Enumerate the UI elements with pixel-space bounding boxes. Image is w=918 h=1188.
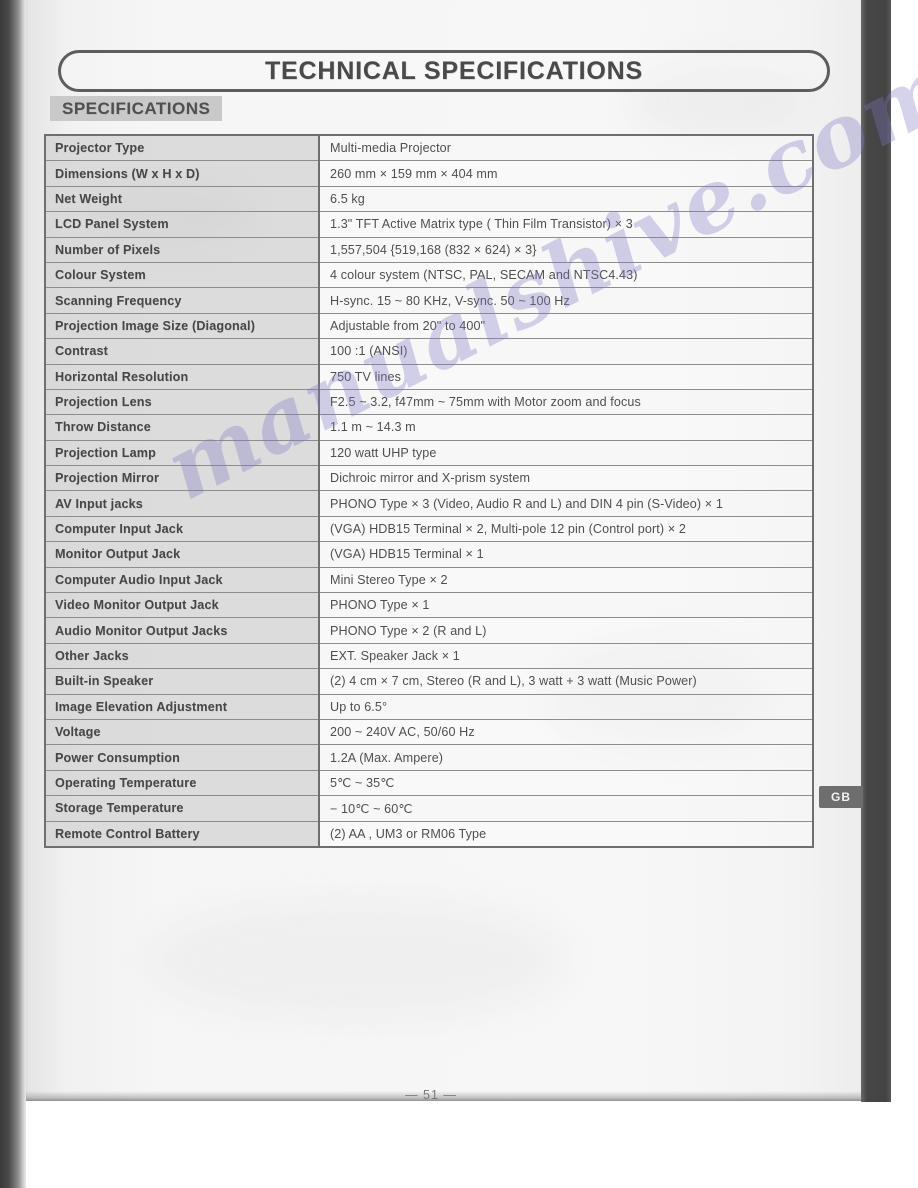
- spec-label-cell: Remote Control Battery: [44, 820, 320, 848]
- table-row: Operating Temperature 5℃ ~ 35℃: [44, 769, 814, 797]
- spec-label-cell: LCD Panel System: [44, 211, 320, 238]
- spec-value-cell: PHONO Type × 2 (R and L): [318, 617, 814, 644]
- spec-label-cell: Throw Distance: [44, 414, 320, 441]
- spec-label-cell: Built-in Speaker: [44, 668, 320, 695]
- spec-value-cell: (2) 4 cm × 7 cm, Stereo (R and L), 3 wat…: [318, 668, 814, 695]
- spec-value-cell: 260 mm × 159 mm × 404 mm: [318, 160, 814, 187]
- spec-value-cell: Adjustable from 20" to 400": [318, 312, 814, 340]
- spec-value-cell: Dichroic mirror and X-prism system: [318, 465, 814, 492]
- spec-value-cell: 1.1 m ~ 14.3 m: [318, 414, 814, 441]
- spec-value-cell: − 10℃ ~ 60℃: [318, 795, 814, 822]
- spec-label-cell: Voltage: [44, 718, 320, 746]
- spec-label-cell: Computer Audio Input Jack: [44, 566, 320, 594]
- spec-label-cell: Operating Temperature: [44, 769, 320, 797]
- spec-value-cell: F2.5 ~ 3.2, f47mm ~ 75mm with Motor zoom…: [318, 388, 814, 416]
- spec-value-cell: (VGA) HDB15 Terminal × 2, Multi-pole 12 …: [318, 515, 814, 543]
- table-row: Throw Distance 1.1 m ~ 14.3 m: [44, 414, 814, 441]
- spec-label-cell: Number of Pixels: [44, 236, 320, 263]
- spec-label-cell: Projection Mirror: [44, 465, 320, 492]
- spec-label-cell: Power Consumption: [44, 744, 320, 771]
- spec-label-cell: Scanning Frequency: [44, 287, 320, 314]
- spec-value-cell: 4 colour system (NTSC, PAL, SECAM and NT…: [318, 261, 814, 289]
- spec-value-cell: PHONO Type × 1: [318, 592, 814, 619]
- spec-label-cell: Computer Input Jack: [44, 515, 320, 543]
- table-row: Projection Image Size (Diagonal) Adjustab…: [44, 312, 814, 340]
- section-heading-specifications: SPECIFICATIONS: [50, 96, 223, 121]
- spec-value-cell: 100 :1 (ANSI): [318, 338, 814, 365]
- table-row: Computer Audio Input Jack Mini Stereo Typ…: [44, 566, 814, 594]
- spec-value-cell: 1,557,504 {519,168 (832 × 624) × 3}: [318, 236, 814, 263]
- spec-value-cell: 200 ~ 240V AC, 50/60 Hz: [318, 718, 814, 746]
- spec-value-cell: 6.5 kg: [318, 185, 814, 213]
- table-row: Remote Control Battery (2) AA , UM3 or RM…: [44, 820, 814, 848]
- table-row: Net Weight 6.5 kg: [44, 185, 814, 213]
- spec-label-cell: Video Monitor Output Jack: [44, 592, 320, 619]
- specifications-table-body: Projector Type Multi-media Projector Dimen…: [44, 134, 814, 848]
- spec-value-cell: EXT. Speaker Jack × 1: [318, 642, 814, 670]
- language-badge-gb: GB: [819, 786, 863, 808]
- specifications-table-container: Projector Type Multi-media Projector Dimen…: [44, 134, 814, 848]
- table-row: Storage Temperature − 10℃ ~ 60℃: [44, 795, 814, 822]
- spec-label-cell: Projection Image Size (Diagonal): [44, 312, 320, 340]
- page-title: TECHNICAL SPECIFICATIONS: [264, 56, 643, 85]
- spec-label-cell: AV Input jacks: [44, 490, 320, 517]
- table-row: Other Jacks EXT. Speaker Jack × 1: [44, 642, 814, 670]
- table-row: Projection Mirror Dichroic mirror and X-p…: [44, 465, 814, 492]
- spec-label-cell: Horizontal Resolution: [44, 363, 320, 390]
- table-row: Projector Type Multi-media Projector: [44, 134, 814, 162]
- spec-value-cell: 5℃ ~ 35℃: [318, 769, 814, 797]
- spec-label-cell: Contrast: [44, 338, 320, 365]
- spec-value-cell: 120 watt UHP type: [318, 439, 814, 467]
- technical-specifications-banner: TECHNICAL SPECIFICATIONS: [58, 50, 830, 92]
- spec-value-cell: 1.3" TFT Active Matrix type ( Thin Film …: [318, 211, 814, 238]
- spec-label-cell: Colour System: [44, 261, 320, 289]
- spec-label-cell: Monitor Output Jack: [44, 541, 320, 568]
- spec-label-cell: Projector Type: [44, 134, 320, 162]
- table-row: Projection Lamp 120 watt UHP type: [44, 439, 814, 467]
- table-row: Video Monitor Output Jack PHONO Type × 1: [44, 592, 814, 619]
- table-row: Image Elevation Adjustment Up to 6.5°: [44, 693, 814, 720]
- spec-value-cell: PHONO Type × 3 (Video, Audio R and L) an…: [318, 490, 814, 517]
- table-row: Projection Lens F2.5 ~ 3.2, f47mm ~ 75mm …: [44, 388, 814, 416]
- spec-label-cell: Audio Monitor Output Jacks: [44, 617, 320, 644]
- table-row: Horizontal Resolution 750 TV lines: [44, 363, 814, 390]
- table-row: Scanning Frequency H-sync. 15 ~ 80 KHz, V…: [44, 287, 814, 314]
- spec-value-cell: H-sync. 15 ~ 80 KHz, V-sync. 50 ~ 100 Hz: [318, 287, 814, 314]
- spec-label-cell: Dimensions (W x H x D): [44, 160, 320, 187]
- spec-value-cell: Up to 6.5°: [318, 693, 814, 720]
- table-row: Dimensions (W x H x D) 260 mm × 159 mm × …: [44, 160, 814, 187]
- page-number-footer: — 51 —: [405, 1088, 457, 1102]
- table-row: Power Consumption 1.2A (Max. Ampere): [44, 744, 814, 771]
- spec-label-cell: Projection Lamp: [44, 439, 320, 467]
- spec-value-cell: Multi-media Projector: [318, 134, 814, 162]
- spec-value-cell: 1.2A (Max. Ampere): [318, 744, 814, 771]
- table-row: LCD Panel System 1.3" TFT Active Matrix t…: [44, 211, 814, 238]
- table-row: Number of Pixels 1,557,504 {519,168 (832 …: [44, 236, 814, 263]
- spec-value-cell: 750 TV lines: [318, 363, 814, 390]
- spec-value-cell: (2) AA , UM3 or RM06 Type: [318, 820, 814, 848]
- spec-label-cell: Image Elevation Adjustment: [44, 693, 320, 720]
- table-row: Audio Monitor Output Jacks PHONO Type × 2…: [44, 617, 814, 644]
- table-row: Built-in Speaker (2) 4 cm × 7 cm, Stereo…: [44, 668, 814, 695]
- spec-label-cell: Projection Lens: [44, 388, 320, 416]
- spec-label-cell: Storage Temperature: [44, 795, 320, 822]
- table-row: Voltage 200 ~ 240V AC, 50/60 Hz: [44, 718, 814, 746]
- table-row: Monitor Output Jack (VGA) HDB15 Terminal …: [44, 541, 814, 568]
- table-row: Colour System 4 colour system (NTSC, PAL,…: [44, 261, 814, 289]
- spec-value-cell: (VGA) HDB15 Terminal × 1: [318, 541, 814, 568]
- spec-label-cell: Other Jacks: [44, 642, 320, 670]
- spec-label-cell: Net Weight: [44, 185, 320, 213]
- table-row: Computer Input Jack (VGA) HDB15 Terminal …: [44, 515, 814, 543]
- specifications-table: Projector Type Multi-media Projector Dimen…: [44, 134, 814, 848]
- table-row: Contrast 100 :1 (ANSI): [44, 338, 814, 365]
- table-row: AV Input jacks PHONO Type × 3 (Video, Aud…: [44, 490, 814, 517]
- spec-value-cell: Mini Stereo Type × 2: [318, 566, 814, 594]
